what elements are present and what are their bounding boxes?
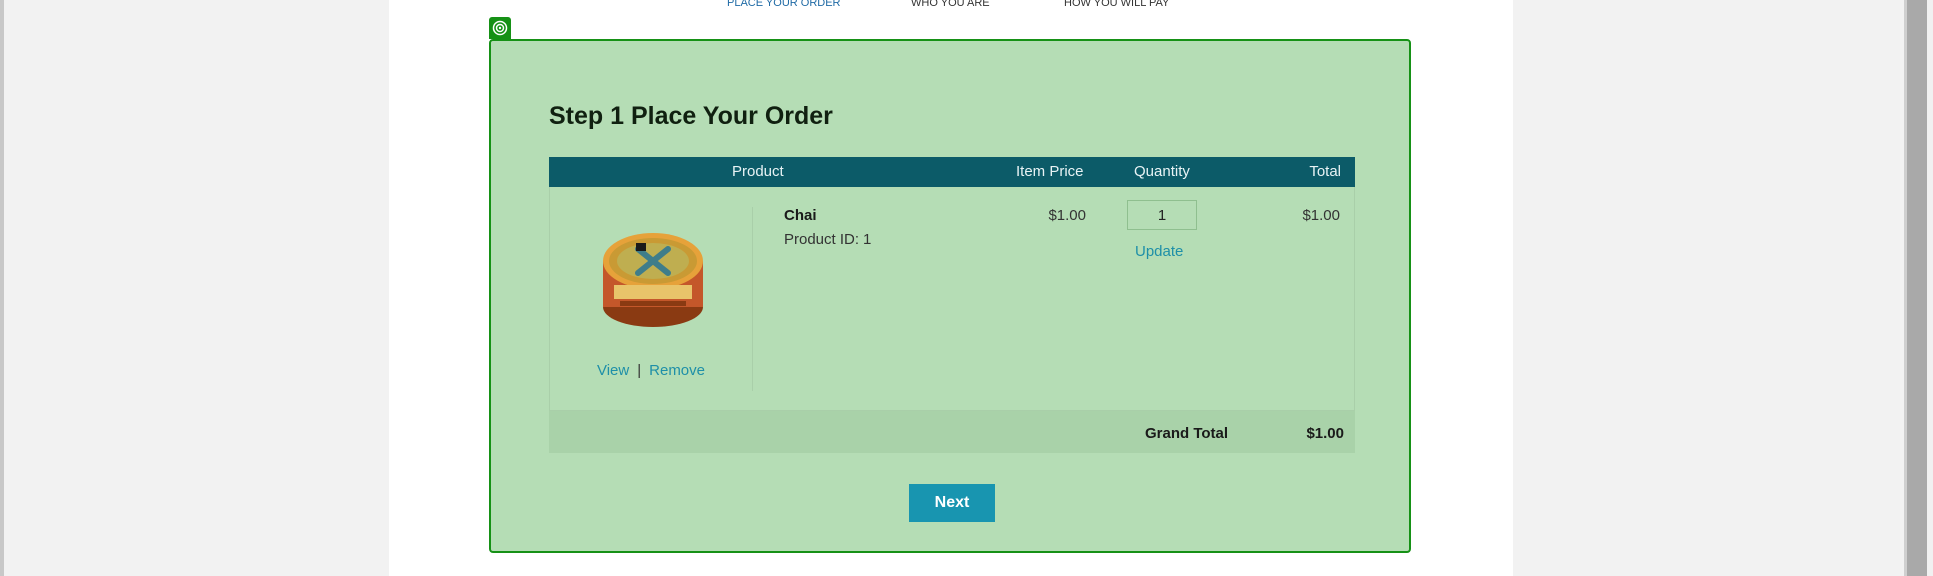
step-place-order[interactable]: PLACE YOUR ORDER — [727, 0, 841, 9]
view-link[interactable]: View — [597, 362, 629, 379]
chai-tin-image[interactable] — [598, 221, 708, 333]
step-who-you-are[interactable]: WHO YOU ARE — [911, 0, 990, 9]
grand-total-row: Grand Total $1.00 — [549, 411, 1355, 453]
remove-link[interactable]: Remove — [649, 362, 705, 379]
product-actions: View | Remove — [550, 362, 752, 379]
column-divider — [752, 207, 753, 391]
checkout-steps: PLACE YOUR ORDER WHO YOU ARE HOW YOU WIL… — [389, 0, 1513, 11]
link-separator: | — [637, 362, 642, 379]
header-quantity: Quantity — [1134, 163, 1190, 180]
right-gutter — [1513, 0, 1904, 576]
header-item-price: Item Price — [1016, 163, 1084, 180]
order-table: Product Item Price Quantity Total View | R… — [549, 157, 1355, 453]
page-title: Step 1 Place Your Order — [549, 102, 833, 130]
product-id: Product ID: 1 — [784, 231, 871, 248]
table-header: Product Item Price Quantity Total — [549, 157, 1355, 187]
header-product: Product — [732, 163, 784, 180]
scrollbar-thumb[interactable] — [1907, 0, 1927, 576]
order-panel: Step 1 Place Your Order Product Item Pri… — [489, 39, 1411, 553]
item-price: $1.00 — [1048, 207, 1086, 224]
quantity-input[interactable] — [1127, 200, 1197, 230]
table-row: View | Remove Chai Product ID:1 $1.00 Upda… — [549, 187, 1355, 411]
update-link[interactable]: Update — [1135, 243, 1183, 260]
grand-total-label: Grand Total — [1145, 425, 1229, 442]
zone-target-icon[interactable] — [489, 17, 511, 39]
product-name: Chai — [784, 207, 817, 224]
scrollbar[interactable] — [1904, 0, 1933, 576]
page-edge — [0, 0, 4, 576]
grand-total-value: $1.00 — [1306, 425, 1344, 442]
header-total: Total — [1309, 163, 1341, 180]
product-id-value: 1 — [863, 231, 872, 248]
next-button[interactable]: Next — [909, 484, 995, 522]
row-total: $1.00 — [1302, 207, 1340, 224]
product-id-label: Product ID: — [784, 231, 860, 248]
step-how-you-pay[interactable]: HOW YOU WILL PAY — [1064, 0, 1169, 9]
